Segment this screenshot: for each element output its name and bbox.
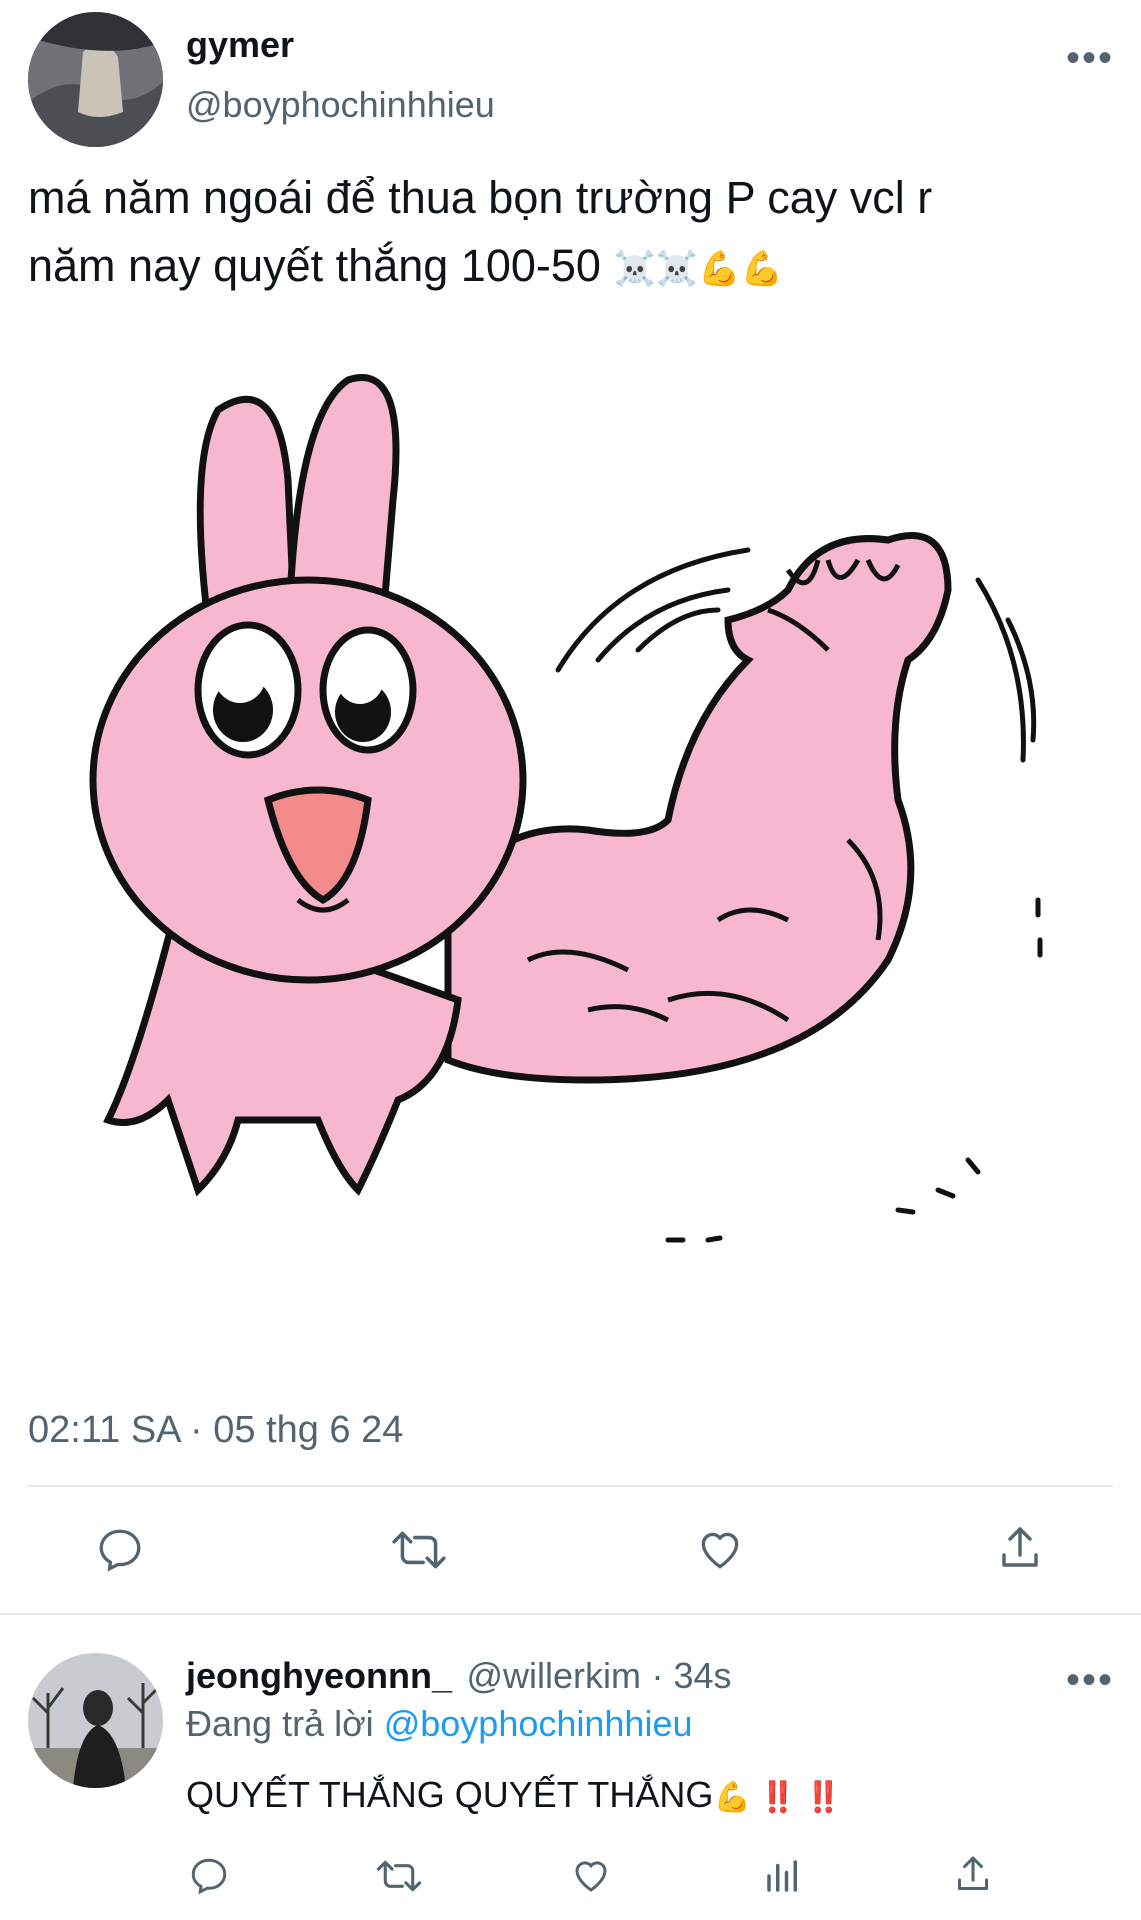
retweet-icon[interactable] (375, 1855, 423, 1897)
replying-to: Đang trả lời @boyphochinhhieu (186, 1703, 692, 1745)
replying-to-handle[interactable]: @boyphochinhhieu (384, 1703, 693, 1744)
share-icon[interactable] (995, 1523, 1045, 1575)
tweet-media-image[interactable] (28, 360, 1118, 1360)
reply-icon[interactable] (188, 1855, 230, 1897)
reply-text-words: QUYẾT THẮNG QUYẾT THẮNG (186, 1774, 714, 1815)
bunny-flexing-illustration (89, 374, 1043, 1243)
tweet-emojis: ☠️☠️💪💪 (613, 250, 783, 289)
tweet-text-line-2-words: năm nay quyết thắng 100-50 (28, 240, 601, 291)
more-horizontal-icon[interactable]: ••• (1066, 38, 1114, 78)
author-handle[interactable]: @boyphochinhhieu (186, 84, 495, 126)
share-icon[interactable] (952, 1853, 994, 1897)
replying-prefix: Đang trả lời (186, 1703, 374, 1744)
reply-author-handle[interactable]: @willerkim (466, 1655, 641, 1696)
reply-header: jeonghyeonnn_ @willerkim · 34s (186, 1655, 732, 1697)
reply-time[interactable]: · 34s (651, 1655, 731, 1696)
reply-avatar-image (28, 1653, 163, 1788)
reply-author-name[interactable]: jeonghyeonnn_ (186, 1655, 452, 1696)
reply-emojis: 💪 ‼️ ‼️ (713, 1780, 843, 1814)
more-horizontal-icon[interactable]: ••• (1066, 1660, 1114, 1700)
tweet-text-line-1: má năm ngoái để thua bọn trường P cay vc… (28, 172, 933, 223)
tweet-timestamp[interactable]: 02:11 SA · 05 thg 6 24 (28, 1409, 403, 1452)
reply-text: QUYẾT THẮNG QUYẾT THẮNG💪 ‼️ ‼️ (186, 1774, 842, 1816)
tweet-text: má năm ngoái để thua bọn trường P cay vc… (28, 164, 1118, 303)
tweet-text-line-2: năm nay quyết thắng 100-50 ☠️☠️💪💪 (28, 232, 1118, 303)
views-icon[interactable] (762, 1855, 804, 1897)
reply-icon[interactable] (95, 1525, 145, 1575)
author-avatar[interactable] (28, 12, 163, 147)
heart-icon[interactable] (570, 1855, 612, 1897)
divider (0, 1613, 1141, 1615)
avatar-image (28, 12, 163, 147)
reply-author-avatar[interactable] (28, 1653, 163, 1788)
retweet-icon[interactable] (390, 1525, 448, 1575)
heart-icon[interactable] (695, 1525, 745, 1575)
author-name[interactable]: gymer (186, 24, 294, 66)
divider (28, 1485, 1113, 1487)
